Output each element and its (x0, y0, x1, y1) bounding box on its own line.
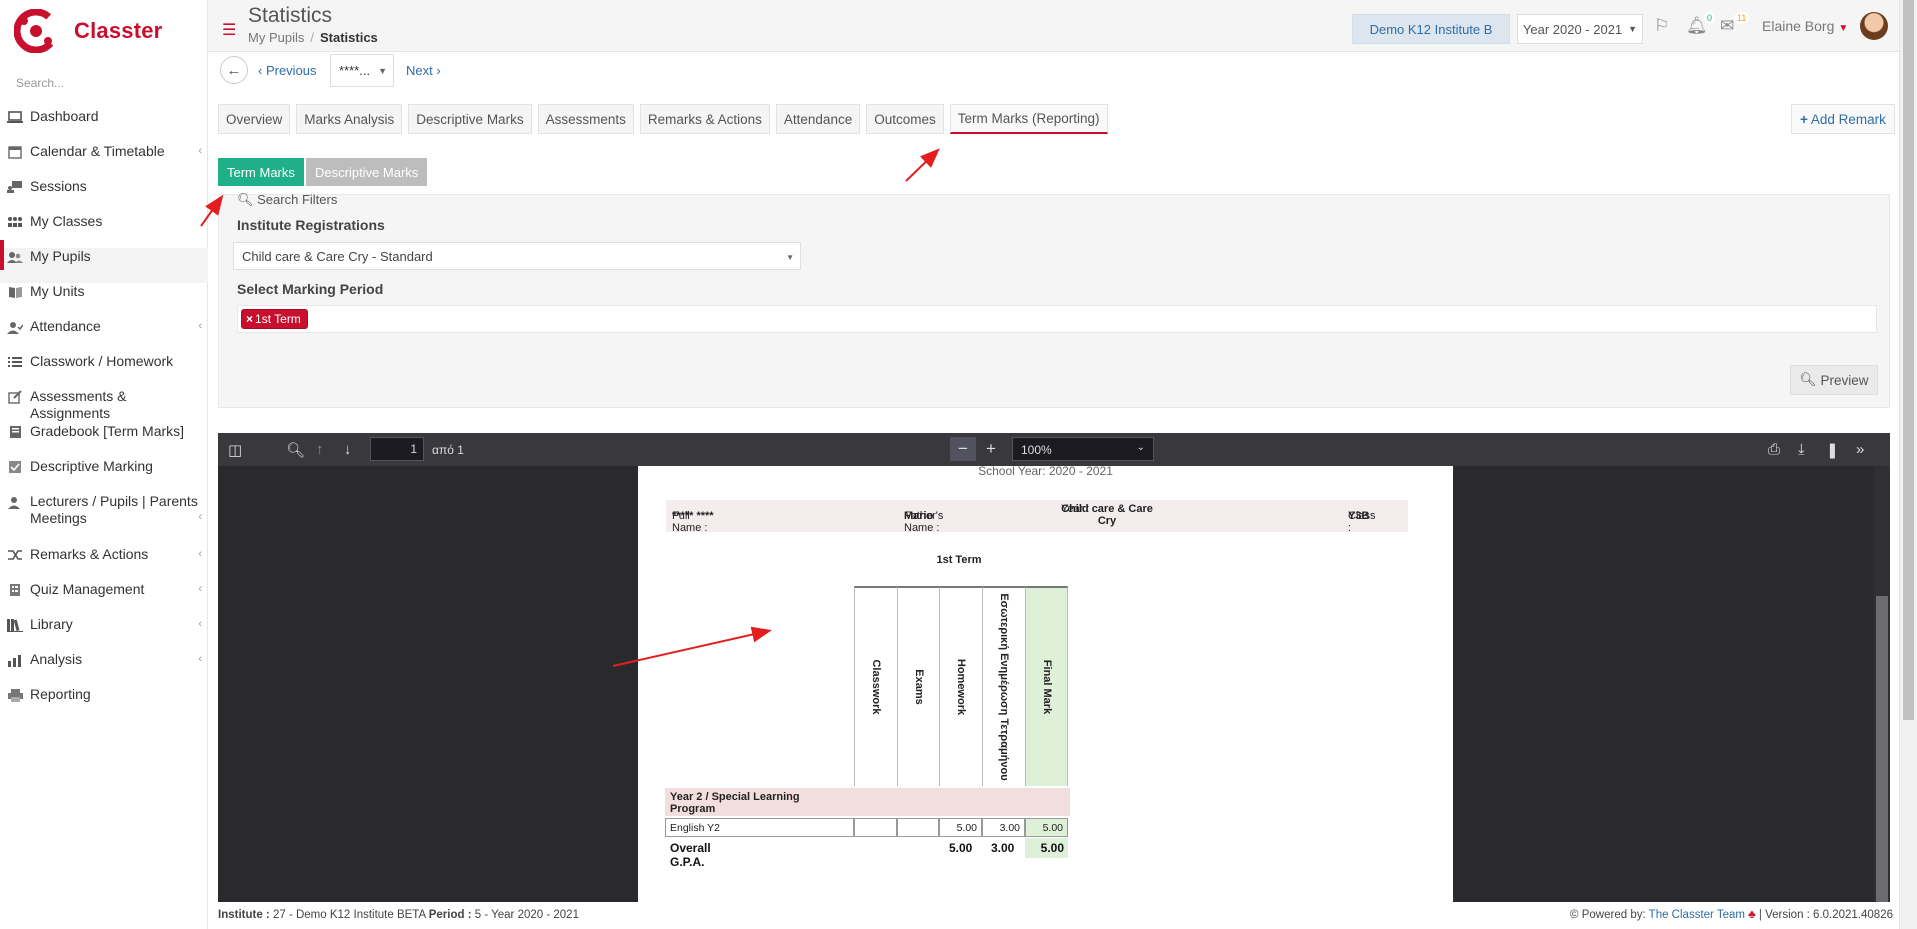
annotation-arrows (200, 148, 940, 667)
arrow-to-term-marks-subtab (200, 194, 224, 227)
team-icon: ♣ (1748, 909, 1756, 921)
page-scroll-thumb[interactable] (1903, 0, 1914, 720)
footer-institute-info: Institute : 27 - Demo K12 Institute BETA… (218, 909, 579, 921)
classter-team-link[interactable]: The Classter Team (1649, 909, 1745, 921)
classter-c-icon: © (1570, 909, 1579, 921)
footer: Institute : 27 - Demo K12 Institute BETA… (208, 902, 1917, 929)
footer-powered-by: © Powered by: The Classter Team ♣ | Vers… (1570, 909, 1893, 921)
arrow-to-report (612, 626, 772, 667)
page-scrollbar[interactable] (1899, 0, 1917, 929)
arrow-to-term-marks-tab (905, 148, 940, 182)
